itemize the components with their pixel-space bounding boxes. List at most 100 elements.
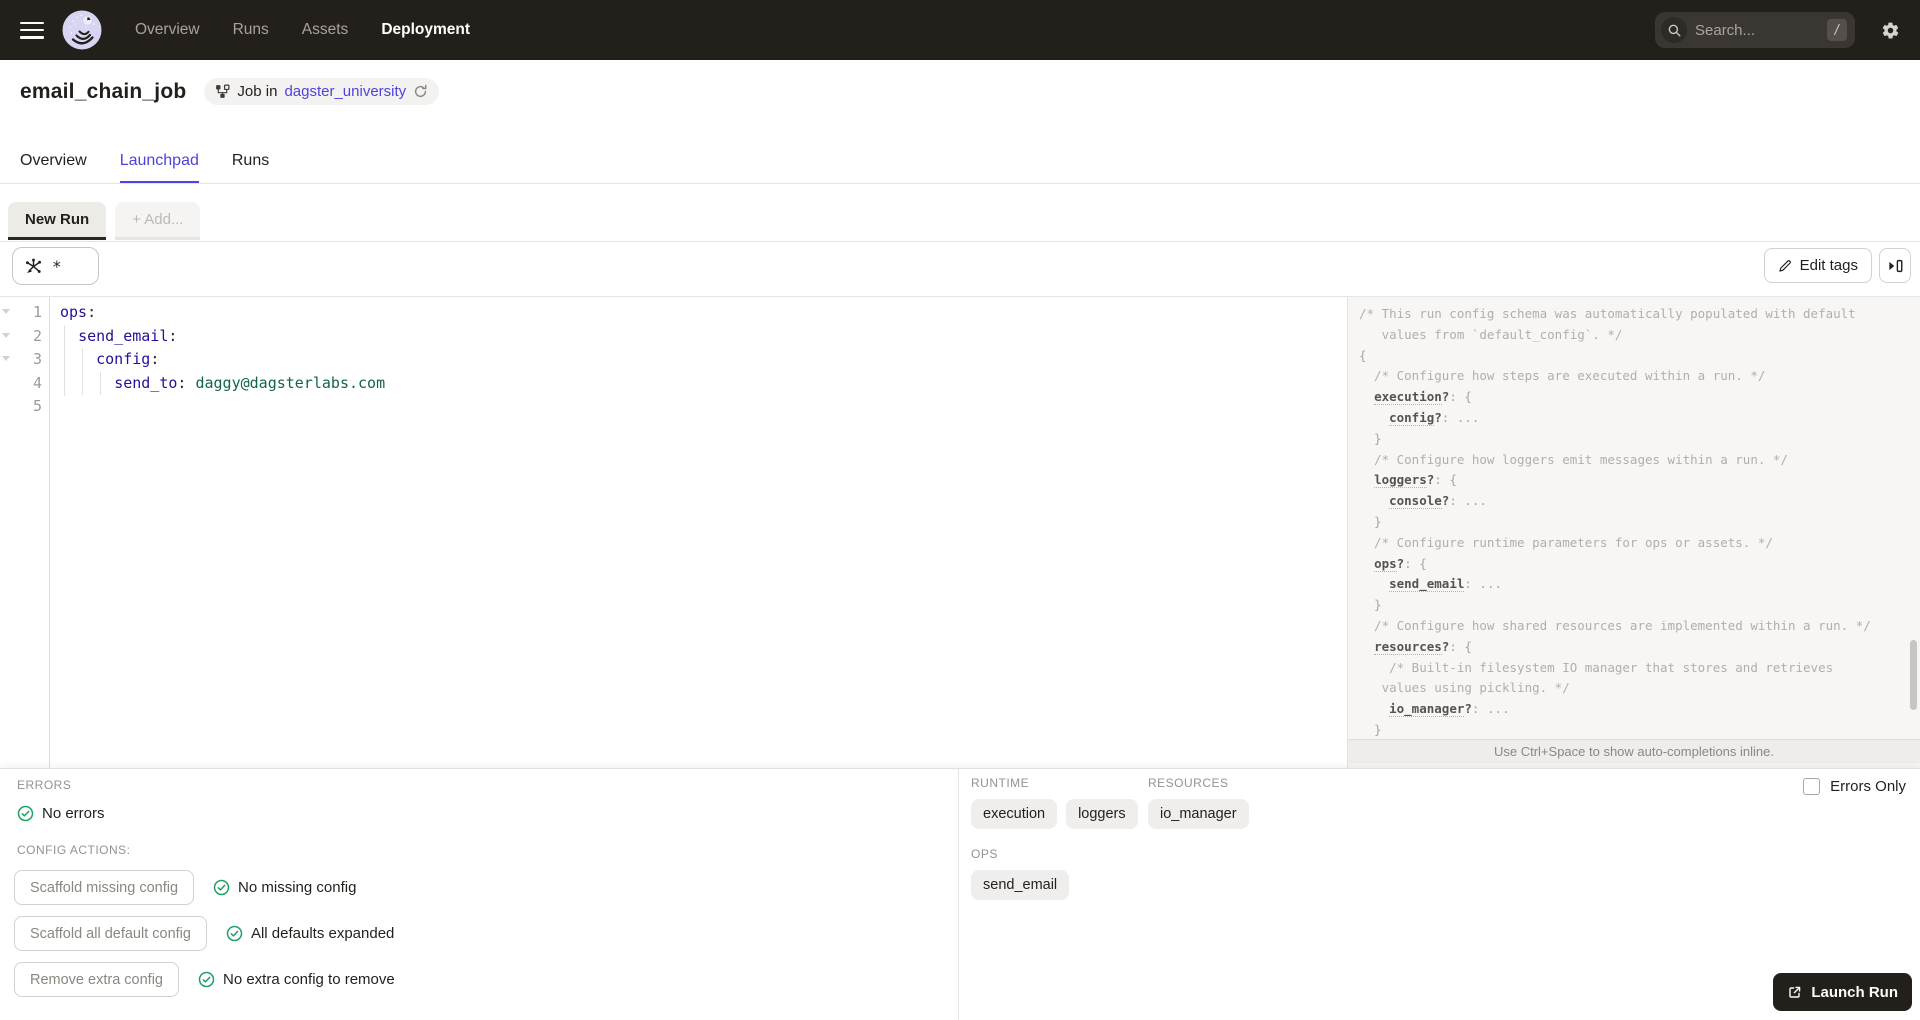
pencil-icon (1778, 259, 1792, 273)
config-action-status: All defaults expanded (226, 925, 394, 942)
settings-gear-icon[interactable] (1881, 21, 1900, 40)
errors-only-toggle[interactable]: Errors Only (1803, 778, 1906, 795)
tab-runs[interactable]: Runs (232, 152, 269, 183)
line-number: 2 (32, 326, 42, 345)
nav-item-assets[interactable]: Assets (302, 21, 349, 39)
search-shortcut-key: / (1827, 19, 1847, 41)
runtime-tag-execution[interactable]: execution (971, 799, 1058, 829)
editor-code-line: config: (96, 350, 160, 368)
editor-code-line: send_email: (78, 326, 178, 345)
launch-icon (1787, 985, 1802, 1000)
scaffold-missing-config-button[interactable]: Scaffold missing config (14, 870, 195, 905)
job-location-badge: Job in dagster_university (204, 78, 440, 105)
schema-line: resources?: { (1374, 638, 1472, 655)
launchpad-config-tabs: New Run + Add... (8, 202, 201, 240)
schema-line: ops?: { (1374, 555, 1427, 572)
errors-status: No errors (17, 805, 105, 822)
job-badge-prefix: Job in (237, 83, 278, 100)
top-nav: Overview Runs Assets Deployment / (0, 0, 1920, 60)
config-action-status-text: No missing config (238, 879, 357, 896)
config-action-status-text: All defaults expanded (250, 925, 395, 942)
subtabs-divider (0, 241, 1920, 242)
config-action-row: Scaffold missing config No missing config (14, 870, 356, 905)
dagster-launchpad-page: Overview Runs Assets Deployment / email_cha… (0, 0, 1920, 1020)
line-number: 4 (32, 373, 42, 392)
config-action-row: Scaffold all default config All defaults … (14, 916, 394, 951)
ops-tag-send_email[interactable]: send_email (971, 870, 1070, 900)
nav-item-overview[interactable]: Overview (135, 21, 200, 39)
schema-line: /* This run config schema was automatica… (1359, 306, 1856, 321)
config-action-status: No extra config to remove (198, 971, 395, 988)
check-circle-icon (226, 925, 243, 942)
nav-item-runs[interactable]: Runs (233, 21, 269, 39)
schema-line: } (1359, 721, 1382, 737)
subtab-new-run[interactable]: New Run (8, 202, 107, 240)
fold-arrow-icon[interactable] (2, 332, 10, 338)
op-selector-value: * (52, 256, 62, 276)
dagster-logo-icon[interactable] (61, 9, 103, 51)
schema-line: values from `default_config`. */ (1359, 326, 1623, 342)
schema-line: config?: ... (1389, 409, 1480, 426)
op-graph-icon (24, 257, 43, 276)
schema-line: console?: ... (1389, 493, 1487, 510)
schema-line: loggers?: { (1374, 472, 1457, 489)
autocomplete-hint: Use Ctrl+Space to show auto-completions … (1348, 739, 1920, 763)
errors-only-checkbox[interactable] (1803, 778, 1821, 795)
schema-line: values using pickling. */ (1359, 680, 1570, 696)
op-selector-input[interactable]: * (12, 247, 99, 285)
expand-panel-icon (1888, 259, 1902, 272)
schema-line: io_manager?: ... (1389, 701, 1510, 718)
schema-line: } (1359, 430, 1382, 446)
config-editor[interactable]: 1 2 3 4 5 ops: send_email: config: send_to: … (0, 297, 1347, 768)
schema-line: execution?: { (1374, 389, 1472, 406)
line-number: 3 (32, 350, 42, 368)
config-schema-panel: /* This run config schema was automatica… (1347, 297, 1920, 768)
resources-section: RESOURCES io_manager (1148, 776, 1249, 829)
config-action-status-text: No extra config to remove (222, 971, 395, 988)
nav-item-deployment[interactable]: Deployment (381, 21, 470, 39)
fold-arrow-icon[interactable] (2, 356, 10, 361)
line-number: 5 (32, 397, 42, 415)
schema-line: /* Configure how loggers emit messages w… (1359, 451, 1788, 467)
runtime-heading: RUNTIME (971, 776, 1030, 790)
fold-arrow-icon[interactable] (2, 309, 10, 314)
schema-code: /* This run config schema was automatica… (1359, 304, 1906, 741)
edit-tags-button[interactable]: Edit tags (1763, 248, 1872, 283)
launch-run-button[interactable]: Launch Run (1773, 973, 1912, 1011)
subtab-add[interactable]: + Add... (115, 202, 201, 240)
tab-overview[interactable]: Overview (20, 152, 87, 183)
reload-icon[interactable] (413, 84, 428, 99)
edit-tags-label: Edit tags (1799, 257, 1858, 274)
schema-line: { (1359, 347, 1367, 363)
bottom-panel-divider (958, 769, 959, 1020)
resources-heading: RESOURCES (1148, 776, 1229, 790)
runtime-section: RUNTIME execution loggers (971, 776, 1138, 829)
config-action-status: No missing config (213, 879, 356, 896)
tab-launchpad[interactable]: Launchpad (119, 152, 200, 183)
schema-scrollbar-thumb[interactable] (1910, 640, 1917, 710)
remove-extra-config-button[interactable]: Remove extra config (14, 962, 179, 997)
code-location-link[interactable]: dagster_university (284, 83, 406, 100)
search-input[interactable] (1695, 21, 1827, 39)
search-icon (1661, 17, 1687, 43)
collapse-right-panel-button[interactable] (1879, 248, 1911, 283)
ops-section: OPS send_email (971, 847, 1070, 900)
schema-line: } (1359, 513, 1382, 529)
schema-line: /* Configure runtime parameters for ops … (1359, 534, 1773, 550)
page-header: email_chain_job Job in dagster_universit… (20, 78, 440, 105)
line-number: 1 (32, 303, 42, 321)
bottom-drawer: ERRORS No errors CONFIG ACTIONS: Scaffol… (0, 768, 1920, 1020)
config-actions-heading: CONFIG ACTIONS: (17, 843, 131, 857)
ops-heading: OPS (971, 847, 998, 861)
resources-tag-io_manager[interactable]: io_manager (1148, 799, 1249, 829)
job-hierarchy-icon (215, 84, 230, 99)
errors-status-text: No errors (42, 805, 105, 822)
search-box[interactable]: / (1655, 12, 1855, 48)
errors-heading: ERRORS (17, 778, 72, 792)
check-circle-icon (17, 805, 34, 822)
scaffold-all-default-config-button[interactable]: Scaffold all default config (14, 916, 207, 951)
job-tabs: Overview Launchpad Runs (20, 152, 269, 183)
runtime-tag-loggers[interactable]: loggers (1066, 799, 1138, 829)
schema-line: send_email: ... (1389, 576, 1503, 593)
hamburger-menu-icon[interactable] (20, 21, 44, 39)
